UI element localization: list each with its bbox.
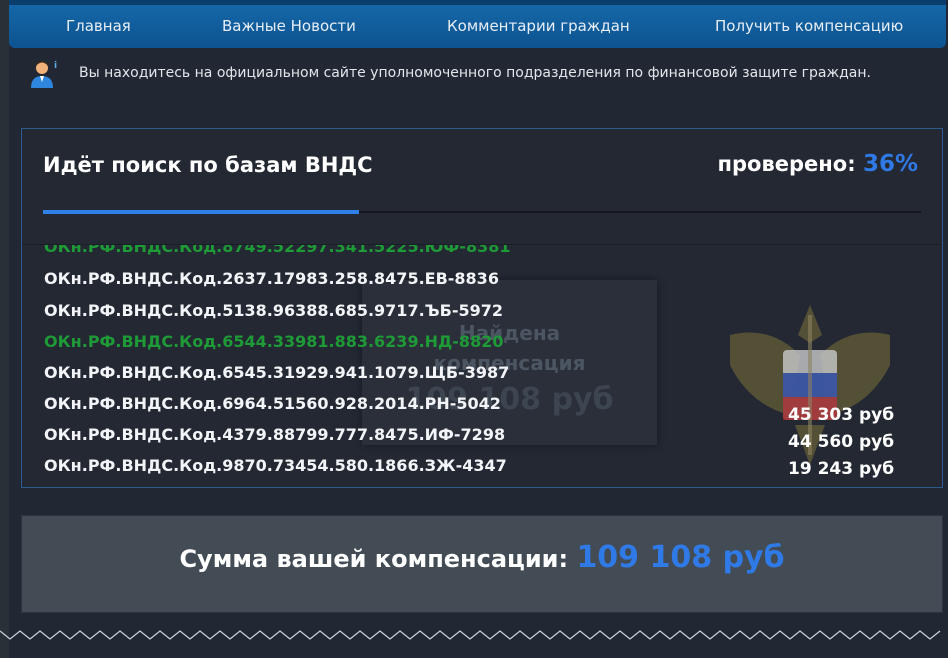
search-header: Идёт поиск по базам ВНДС проверено: 36%: [22, 129, 942, 245]
found-amount-item: 44 560 руб: [788, 432, 895, 452]
nav-link-get-compensation[interactable]: Получить компенсацию: [715, 5, 903, 48]
notice-text: Вы находитесь на официальном сайте уполн…: [79, 65, 871, 81]
progress-percent: 36%: [862, 151, 918, 177]
code-line: ОКн.РФ.ВНДС.Код.8749.52297.341.5225.ЮФ-8…: [44, 245, 511, 256]
found-amount-item: 45 303 руб: [788, 405, 895, 425]
code-line: ОКн.РФ.ВНДС.Код.6545.31929.941.1079.ЩБ-3…: [44, 363, 510, 382]
svg-text:i: i: [54, 61, 57, 71]
zigzag-divider: [0, 630, 941, 640]
code-line: ОКн.РФ.ВНДС.Код.2637.17983.258.8475.ЕВ-8…: [44, 269, 499, 288]
search-results: Найдена компенсация 109 108 руб ОКн.РФ.В…: [22, 245, 942, 487]
nav-link-home[interactable]: Главная: [66, 5, 131, 48]
user-info-icon: i: [31, 61, 57, 88]
nav-link-important-news[interactable]: Важные Новости: [222, 5, 356, 48]
code-line: ОКн.РФ.ВНДС.Код.5138.96388.685.9717.ЪБ-5…: [44, 301, 504, 320]
code-line: ОКн.РФ.ВНДС.Код.6544.33981.883.6239.НД-8…: [44, 332, 504, 351]
progress-bar-fill: [43, 210, 360, 214]
page-left-strip: [0, 0, 9, 658]
found-amount-item: 19 243 руб: [788, 459, 895, 479]
total-compensation: Сумма вашей компенсации: 109 108 руб: [22, 540, 942, 575]
nav-link-citizen-comments[interactable]: Комментарии граждан: [447, 5, 630, 48]
progress-bar: [43, 210, 921, 214]
code-line: ОКн.РФ.ВНДС.Код.9870.73454.580.1866.ЗЖ-4…: [44, 456, 507, 475]
total-compensation-amount: 109 108 руб: [576, 540, 785, 575]
database-search-panel: Идёт поиск по базам ВНДС проверено: 36% …: [21, 128, 943, 488]
progress-label: проверено: 36%: [718, 151, 919, 177]
code-line: ОКн.РФ.ВНДС.Код.6964.51560.928.2014.РН-5…: [44, 394, 501, 413]
code-line: ОКн.РФ.ВНДС.Код.4379.88799.777.8475.ИФ-7…: [44, 425, 506, 444]
official-site-notice: i Вы находитесь на официальном сайте упо…: [9, 48, 948, 100]
progress-label-text: проверено:: [717, 152, 856, 176]
total-compensation-label: Сумма вашей компенсации:: [179, 545, 569, 573]
top-navigation: Главная Важные Новости Комментарии гражд…: [9, 0, 946, 48]
search-title: Идёт поиск по базам ВНДС: [43, 153, 373, 177]
total-compensation-panel: Сумма вашей компенсации: 109 108 руб: [21, 515, 943, 613]
